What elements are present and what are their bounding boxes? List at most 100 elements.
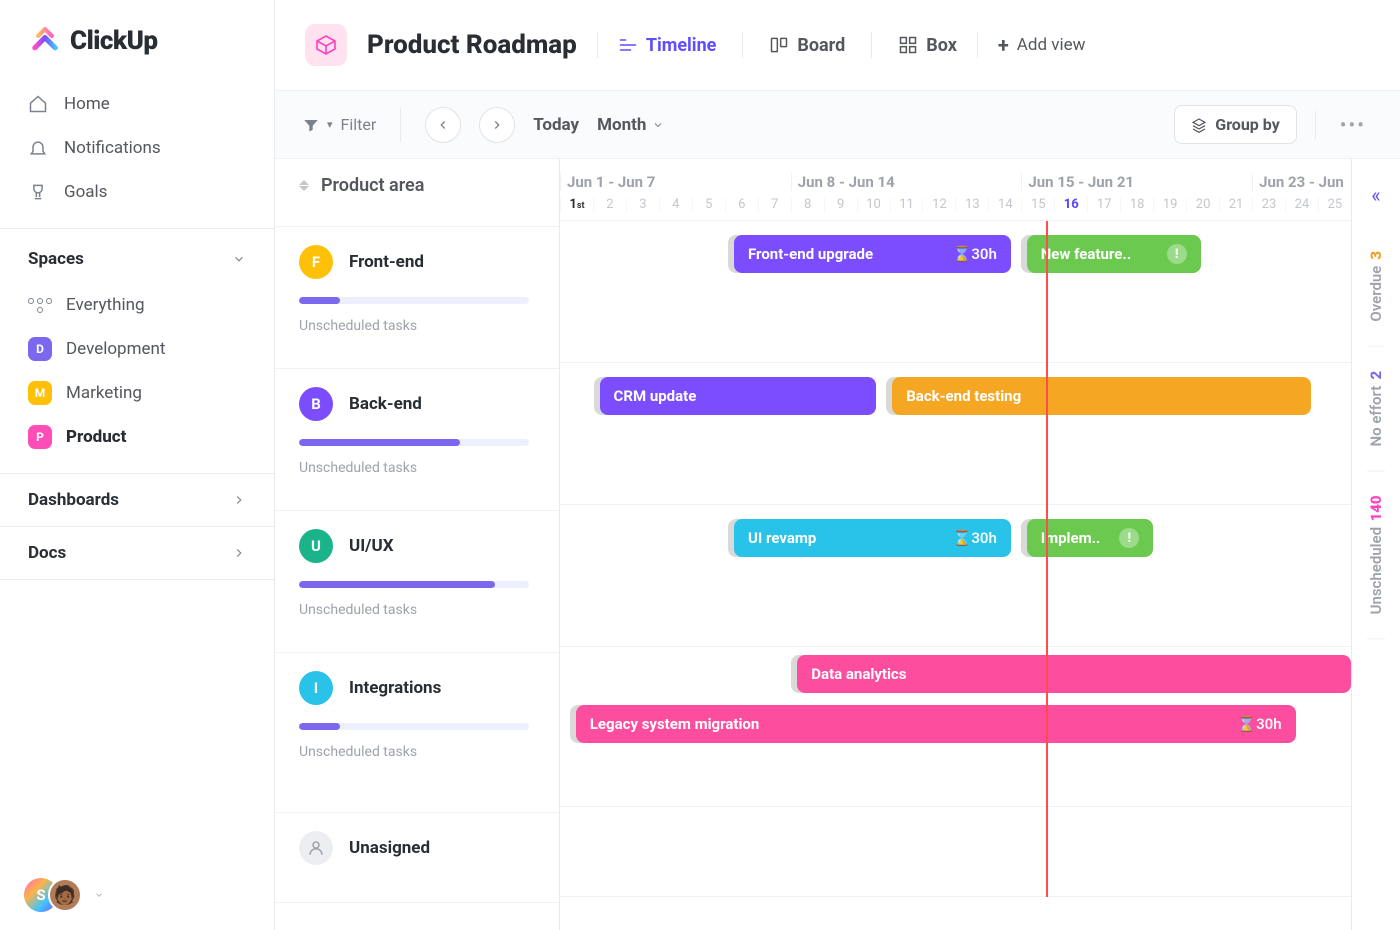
area-unscheduled-label: Unscheduled tasks [299,744,535,760]
day-label: 15 [1021,197,1054,212]
view-tab-box[interactable]: Box [898,35,957,56]
view-tab-label: Board [797,35,845,56]
space-everything[interactable]: Everything [14,283,260,327]
more-options-button[interactable]: ••• [1334,113,1372,137]
timeline-lane[interactable]: Front-end upgrade⌛30h New feature..! [560,221,1351,363]
range-select[interactable]: Month [597,115,664,135]
rail-overdue-label: Overdue [1367,266,1385,322]
day-label: 25 [1318,197,1351,212]
space-everything-label: Everything [66,295,145,315]
view-tab-timeline[interactable]: Timeline [618,35,717,56]
rail-unscheduled[interactable]: Unscheduled 140 [1367,471,1385,639]
collapse-rail-button[interactable]: « [1371,175,1380,227]
grouping-header[interactable]: Product area [275,159,559,227]
day-label: 20 [1186,197,1219,212]
timeline-body: Front-end upgrade⌛30hNew feature..!CRM u… [560,221,1351,897]
task-bar[interactable]: Legacy system migration⌛30h [576,705,1296,743]
groupby-button[interactable]: Group by [1174,105,1296,144]
day-label: 3 [626,197,659,212]
task-bar[interactable]: Back-end testing [892,377,1311,415]
prev-button[interactable] [425,107,461,143]
space-badge: D [28,337,52,361]
day-label: 12 [922,197,955,212]
clickup-logo-icon [28,24,62,58]
timeline-grid[interactable]: Jun 1 - Jun 7Jun 8 - Jun 14Jun 15 - Jun … [560,159,1352,930]
timeline-lane[interactable]: Data analytics Legacy system migration⌛30… [560,647,1351,807]
today-button[interactable]: Today [533,115,579,135]
topbar: Product Roadmap TimelineBoardBox + Add v… [275,0,1400,90]
day-label: 6 [725,197,758,212]
chevron-right-icon [232,546,246,560]
day-label: 19 [1153,197,1186,212]
area-name: Front-end [349,252,424,272]
spaces-header-label: Spaces [28,249,84,269]
area-row-front-end[interactable]: FFront-endUnscheduled tasks [275,227,559,369]
day-label: 14 [988,197,1021,212]
area-name: Back-end [349,394,422,414]
add-view-button[interactable]: + Add view [998,33,1086,57]
area-row-back-end[interactable]: BBack-endUnscheduled tasks [275,369,559,511]
day-label: 17 [1087,197,1120,212]
day-label: 18 [1120,197,1153,212]
task-label: Front-end upgrade [748,245,873,263]
nav-goals[interactable]: Goals [14,170,260,214]
toolbar: ▾ Filter Today Month Group by ••• [275,90,1400,159]
timeline-lane[interactable] [560,807,1351,897]
sort-icon [299,180,309,191]
day-label: 16 [1054,197,1087,212]
rail-overdue-count: 3 [1367,251,1385,260]
day-label: 8 [791,197,824,212]
sidebar-space-product[interactable]: PProduct [14,415,260,459]
day-label: 11 [890,197,923,212]
task-bar[interactable]: UI revamp⌛30h [734,519,1011,557]
nav-notifications[interactable]: Notifications [14,126,260,170]
primary-nav: Home Notifications Goals [0,78,274,228]
rail-overdue[interactable]: Overdue 3 [1367,227,1385,347]
day-label: 21 [1219,197,1252,212]
area-badge: U [299,529,333,563]
day-label: 1st [560,197,593,212]
task-bar[interactable]: CRM update [600,377,877,415]
groupby-label: Group by [1215,115,1279,134]
user-menu[interactable]: S 🧑🏾 [0,860,274,930]
area-row-integrations[interactable]: IIntegrationsUnscheduled tasks [275,653,559,813]
nav-docs-label: Docs [28,543,66,563]
home-icon [28,94,48,114]
area-row-unasigned[interactable]: Unasigned [275,813,559,903]
nav-dashboards[interactable]: Dashboards [0,473,274,526]
spaces-list: Everything D Development MMarketingPProduc… [0,283,274,473]
main-content: Product Roadmap TimelineBoardBox + Add v… [275,0,1400,930]
sidebar-space-marketing[interactable]: MMarketing [14,371,260,415]
view-tab-board[interactable]: Board [769,35,845,56]
week-label: Jun 1 - Jun 7 [560,173,791,191]
space-label: Development [66,339,165,359]
plus-icon: + [998,33,1009,57]
rail-noeffort[interactable]: No effort 2 [1367,347,1385,472]
nav-docs[interactable]: Docs [0,526,274,580]
spaces-header[interactable]: Spaces [0,229,274,283]
box-icon [898,35,918,55]
board-icon [769,35,789,55]
alert-icon: ! [1119,528,1139,548]
area-row-ui/ux[interactable]: UUI/UXUnscheduled tasks [275,511,559,653]
timeline-lane[interactable]: CRM update Back-end testing [560,363,1351,505]
task-bar[interactable]: Data analytics [797,655,1351,693]
brand-logo[interactable]: ClickUp [0,0,274,78]
filter-label: Filter [341,115,377,134]
area-name: UI/UX [349,536,393,556]
sidebar-space-development[interactable]: D Development [14,327,260,371]
filter-button[interactable]: ▾ Filter [303,115,376,134]
task-time-estimate: ⌛30h [953,529,997,547]
task-bar[interactable]: New feature..! [1027,235,1201,273]
week-label: Jun 23 - Jun [1252,173,1351,191]
area-progress [299,297,529,304]
avatar-stack: S 🧑🏾 [24,878,82,912]
space-badge: M [28,381,52,405]
timeline-lane[interactable]: UI revamp⌛30hImplem..! [560,505,1351,647]
task-bar[interactable]: Front-end upgrade⌛30h [734,235,1011,273]
right-rail: « Overdue 3 No effort 2 Unscheduled 140 [1352,159,1400,930]
next-button[interactable] [479,107,515,143]
view-tabs: Timeline Board Box [618,32,957,58]
nav-home[interactable]: Home [14,82,260,126]
task-label: CRM update [614,387,697,405]
